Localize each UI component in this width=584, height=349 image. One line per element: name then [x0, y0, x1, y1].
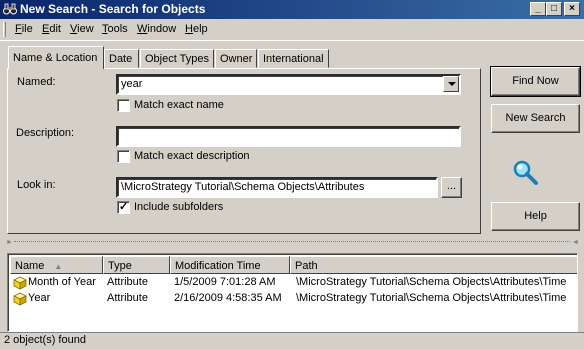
- menu-edit[interactable]: Edit: [42, 23, 61, 35]
- row-name: Month of Year: [28, 276, 96, 288]
- menu-tools-mnemonic: T: [102, 23, 108, 35]
- row-type: Attribute: [107, 276, 148, 288]
- menu-bar: File Edit View Tools Window Help: [0, 19, 584, 41]
- menu-help-mnemonic: H: [185, 23, 193, 35]
- attribute-cube-icon: [13, 276, 27, 290]
- tab-object-types[interactable]: Object Types: [140, 49, 214, 68]
- column-header-modification-time[interactable]: Modification Time: [170, 256, 290, 274]
- chevron-down-icon[interactable]: [443, 76, 459, 92]
- minimize-button[interactable]: _: [530, 2, 546, 16]
- close-button[interactable]: ×: [564, 2, 580, 16]
- window-title: New Search - Search for Objects: [20, 2, 206, 16]
- row-modified: 1/5/2009 7:01:28 AM: [174, 276, 276, 288]
- splitter-right-arrow-icon: ◄: [572, 239, 579, 246]
- menu-help[interactable]: Help: [185, 23, 208, 35]
- menu-window-mnemonic: W: [137, 23, 148, 35]
- menu-edit-mnemonic: E: [42, 23, 50, 35]
- row-modified: 2/16/2009 4:58:35 AM: [174, 292, 282, 304]
- title-bar: New Search - Search for Objects _ □ ×: [0, 0, 584, 19]
- row-type: Attribute: [107, 292, 148, 304]
- match-exact-name-label[interactable]: Match exact name: [134, 99, 224, 111]
- restore-button[interactable]: □: [546, 2, 562, 16]
- splitter-left-arrow-icon: ►: [6, 239, 13, 246]
- status-bar: 2 object(s) found: [0, 332, 584, 349]
- menu-window[interactable]: Window: [137, 23, 176, 35]
- menu-grip[interactable]: [3, 22, 6, 37]
- find-now-button[interactable]: Find Now: [490, 66, 581, 97]
- binoculars-icon: [3, 3, 17, 15]
- look-in-field[interactable]: \MicroStrategy Tutorial\Schema Objects\A…: [116, 177, 438, 198]
- splitter-line: [14, 241, 570, 242]
- include-subfolders-label[interactable]: Include subfolders: [134, 201, 223, 213]
- status-bar-divider: [0, 332, 584, 349]
- column-header-name[interactable]: Name ▲: [10, 256, 103, 274]
- match-exact-description-checkbox[interactable]: [117, 150, 130, 163]
- menu-file[interactable]: File: [15, 23, 33, 35]
- menu-tools[interactable]: Tools: [102, 23, 128, 35]
- named-label: Named:: [17, 76, 56, 88]
- row-name: Year: [28, 292, 51, 304]
- tab-date[interactable]: Date: [104, 49, 139, 68]
- include-subfolders-checkbox[interactable]: ✓: [117, 201, 130, 214]
- row-path: \MicroStrategy Tutorial\Schema Objects\A…: [296, 276, 567, 288]
- column-name-label: Name: [15, 260, 45, 272]
- tab-name-location[interactable]: Name & Location: [8, 46, 104, 69]
- search-icon: [513, 160, 538, 185]
- match-exact-name-checkbox[interactable]: [117, 99, 130, 112]
- table-row[interactable]: Month of Year Attribute 1/5/2009 7:01:28…: [10, 275, 577, 292]
- tab-international[interactable]: International: [258, 49, 329, 68]
- look-in-label: Look in:: [17, 179, 56, 191]
- browse-button[interactable]: ...: [441, 177, 462, 198]
- description-label: Description:: [16, 127, 75, 139]
- column-header-type[interactable]: Type: [103, 256, 170, 274]
- attribute-cube-icon: [13, 292, 27, 306]
- menu-view[interactable]: View: [70, 23, 94, 35]
- new-search-button[interactable]: New Search: [491, 104, 580, 133]
- results-list[interactable]: Name ▲ Type Modification Time Path Month …: [7, 253, 578, 332]
- description-field[interactable]: [116, 126, 461, 147]
- tab-owner[interactable]: Owner: [215, 49, 257, 68]
- match-exact-description-label[interactable]: Match exact description: [134, 150, 250, 162]
- help-button[interactable]: Help: [491, 202, 580, 231]
- menu-file-mnemonic: F: [15, 23, 22, 35]
- splitter-bar[interactable]: ► ◄: [0, 238, 584, 246]
- check-icon: ✓: [119, 201, 129, 213]
- status-text: 2 object(s) found: [4, 334, 86, 346]
- column-header-path[interactable]: Path: [290, 256, 577, 274]
- table-row[interactable]: Year Attribute 2/16/2009 4:58:35 AM \Mic…: [10, 291, 577, 308]
- row-path: \MicroStrategy Tutorial\Schema Objects\A…: [296, 292, 567, 304]
- menu-view-mnemonic: V: [70, 23, 78, 35]
- named-combo[interactable]: year: [116, 74, 461, 95]
- sort-ascending-icon: ▲: [54, 262, 63, 271]
